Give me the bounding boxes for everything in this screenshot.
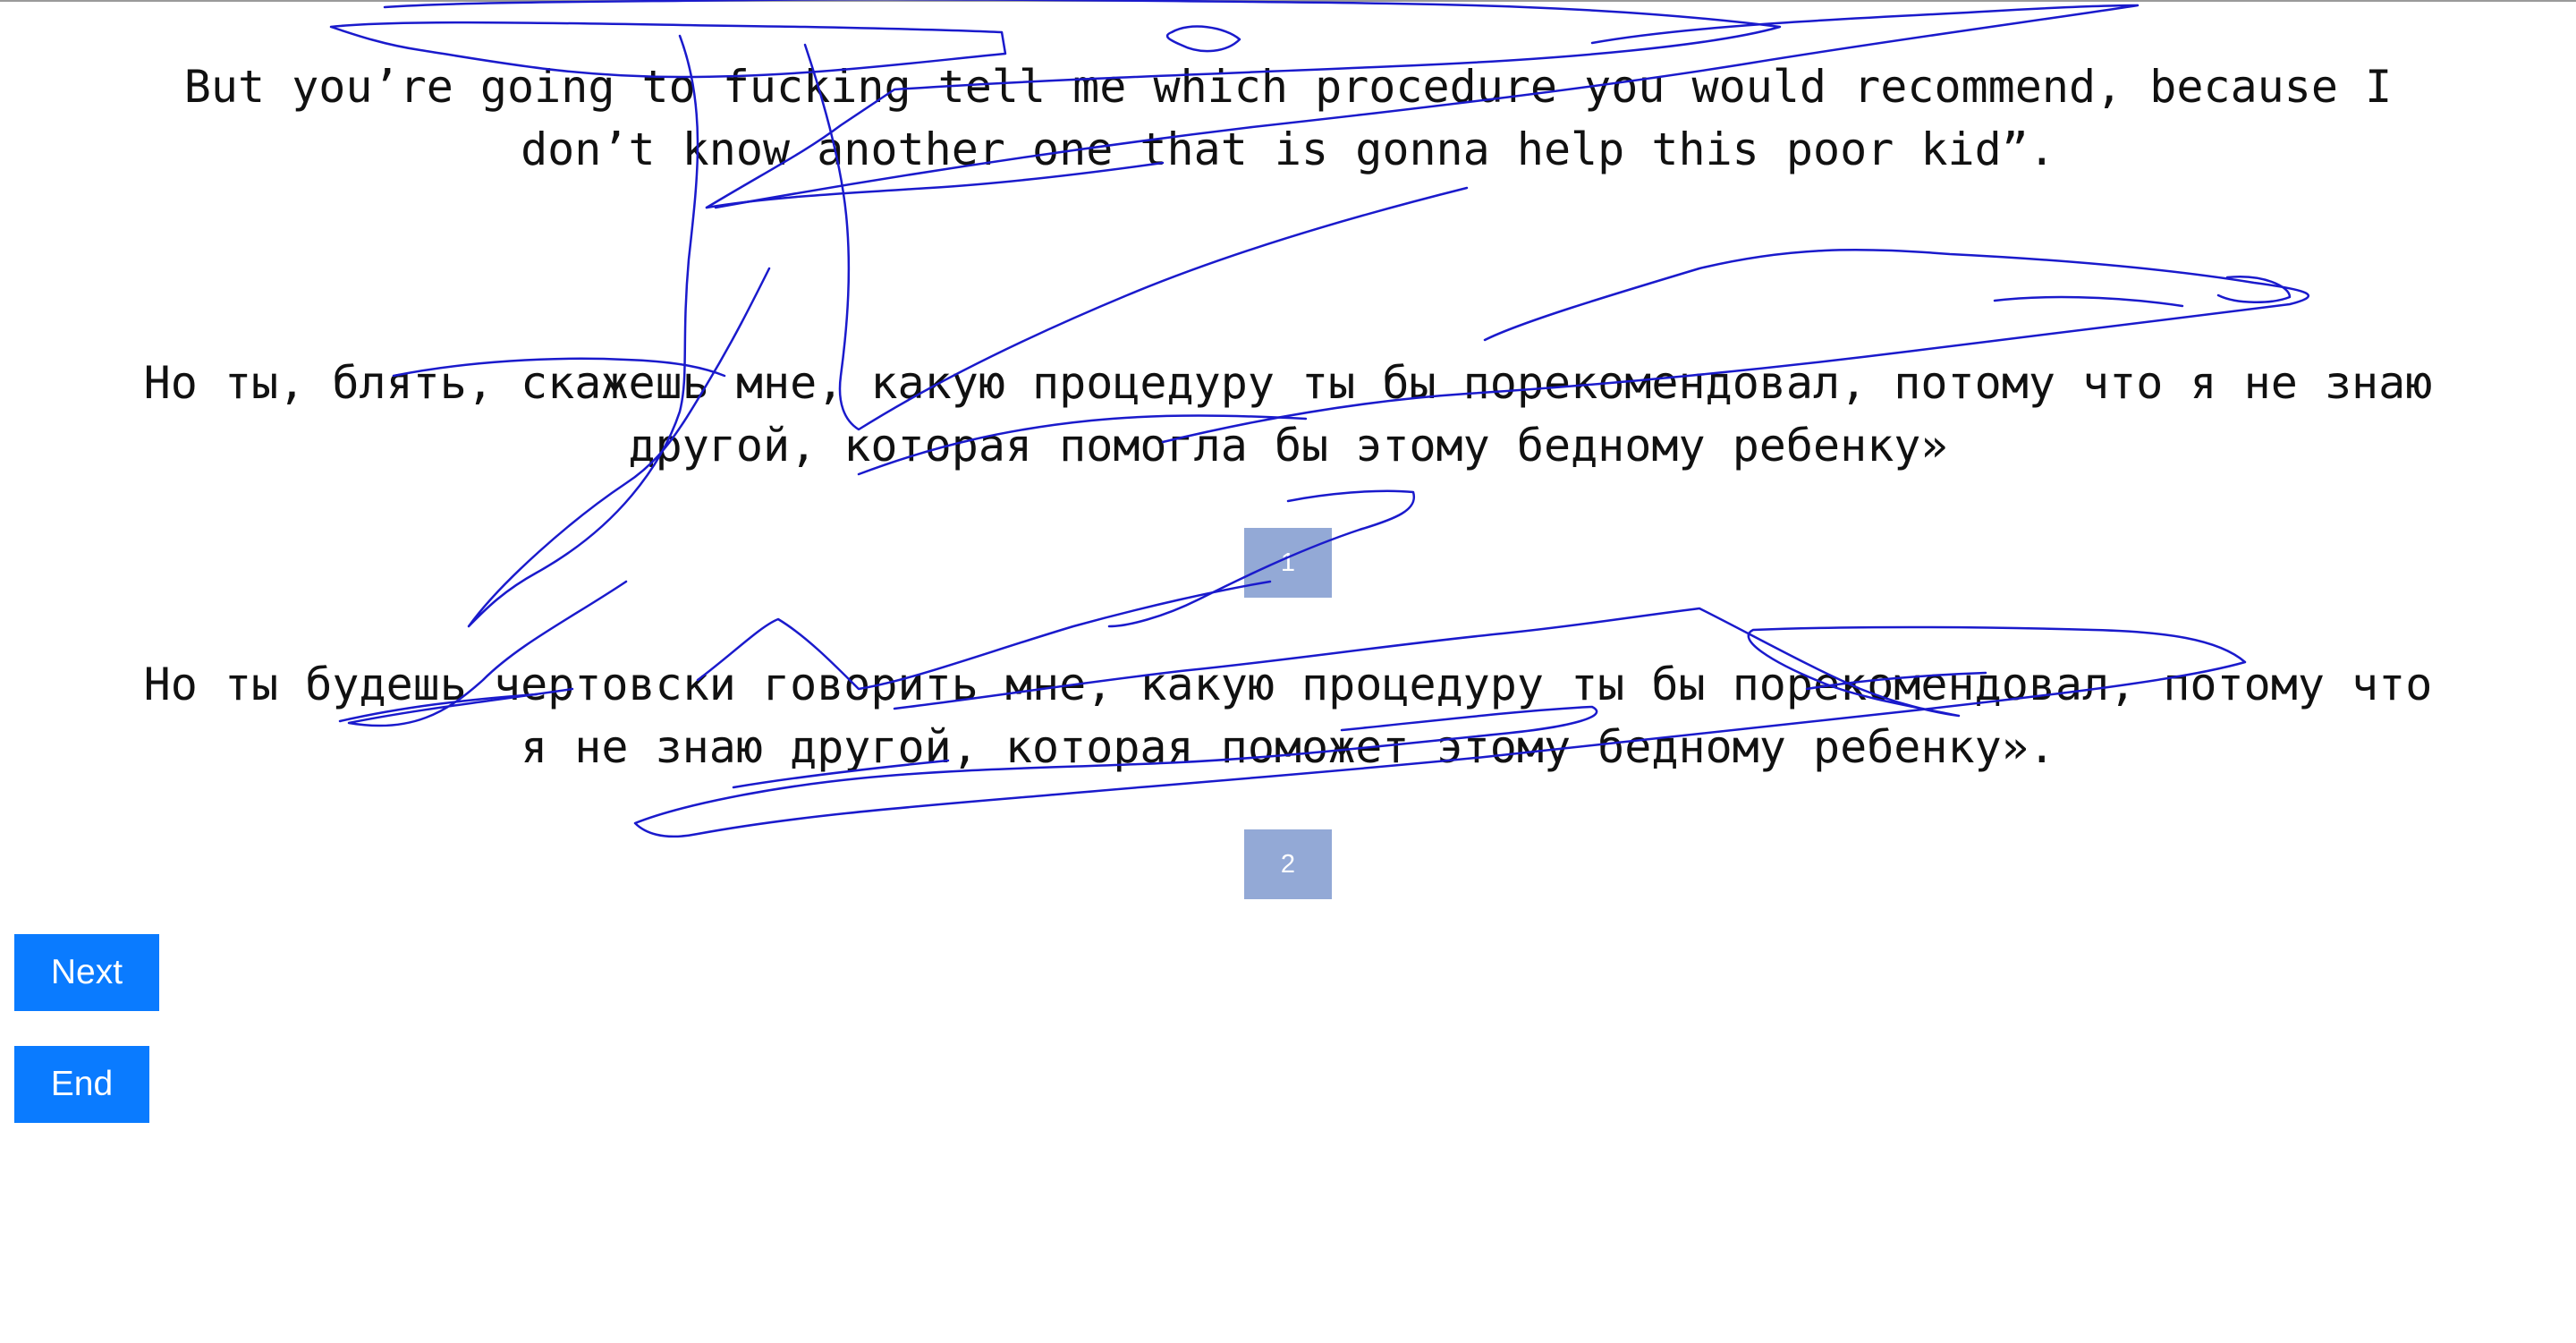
- choose-translation-1-button[interactable]: 1: [1244, 528, 1332, 598]
- source-sentence: But you’re going to fucking tell me whic…: [183, 61, 2393, 175]
- top-divider: [0, 0, 2576, 2]
- translation-option-2: Но ты будешь чертовски говорить мне, как…: [143, 659, 2433, 773]
- end-button[interactable]: End: [14, 1046, 149, 1123]
- translation-option-1: Но ты, блять, скажешь мне, какую процеду…: [143, 357, 2433, 472]
- choose-translation-2-button[interactable]: 2: [1244, 829, 1332, 899]
- next-button[interactable]: Next: [14, 934, 159, 1011]
